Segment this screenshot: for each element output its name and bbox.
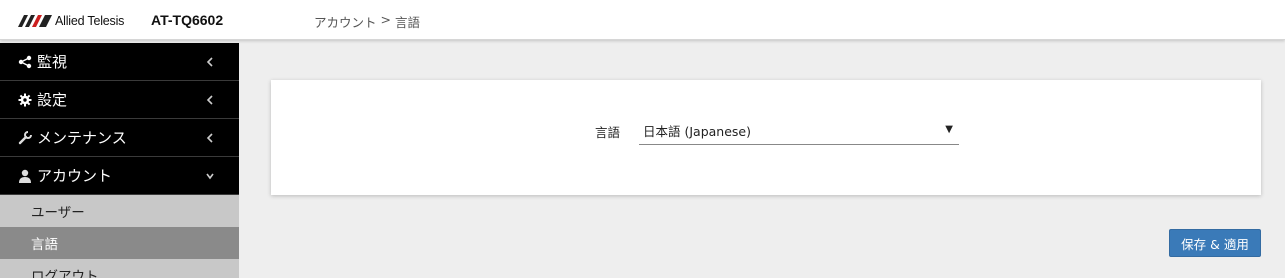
chevron-left-icon [206, 95, 213, 105]
breadcrumb: アカウント > 言語 [314, 12, 420, 31]
sidebar: 監視 設定 メンテナンス アカウント ユーザー 言語 ログアウト [0, 43, 239, 278]
chevron-left-icon [206, 133, 213, 143]
language-label: 言語 [595, 125, 621, 140]
top-header: Allied Telesis AT-TQ6602 アカウント > 言語 [0, 0, 1285, 40]
sidebar-subitem-logout[interactable]: ログアウト [0, 259, 239, 278]
sidebar-item-label: 設定 [37, 91, 68, 109]
breadcrumb-current: 言語 [395, 15, 421, 30]
sidebar-subitem-language[interactable]: 言語 [0, 227, 239, 259]
wrench-icon [17, 130, 33, 146]
user-icon [17, 168, 33, 184]
breadcrumb-separator: > [380, 12, 391, 27]
brand-mark-icon [18, 15, 52, 27]
brand-name: Allied Telesis [55, 14, 125, 28]
sidebar-item-account[interactable]: アカウント [0, 157, 239, 195]
sidebar-item-monitor[interactable]: 監視 [0, 43, 239, 81]
share-icon [17, 54, 33, 70]
save-apply-button[interactable]: 保存 & 適用 [1169, 229, 1261, 257]
sidebar-item-maintenance[interactable]: メンテナンス [0, 119, 239, 157]
sidebar-subitem-user[interactable]: ユーザー [0, 195, 239, 227]
sidebar-item-label: アカウント [37, 167, 113, 185]
chevron-down-icon [206, 173, 214, 180]
dropdown-caret-icon: ▼ [945, 124, 953, 135]
device-model: AT-TQ6602 [151, 12, 224, 28]
language-select[interactable]: 日本語 (Japanese) ▼ [639, 118, 959, 145]
language-settings-card: 言語 日本語 (Japanese) ▼ [271, 80, 1261, 195]
breadcrumb-parent[interactable]: アカウント [314, 12, 377, 31]
allied-telesis-logo: Allied Telesis [18, 14, 124, 28]
sidebar-item-settings[interactable]: 設定 [0, 81, 239, 119]
gear-icon [17, 92, 33, 108]
sidebar-item-label: 監視 [37, 53, 68, 71]
language-select-value: 日本語 (Japanese) [643, 124, 751, 139]
sidebar-item-label: メンテナンス [37, 129, 127, 147]
chevron-left-icon [206, 57, 213, 67]
